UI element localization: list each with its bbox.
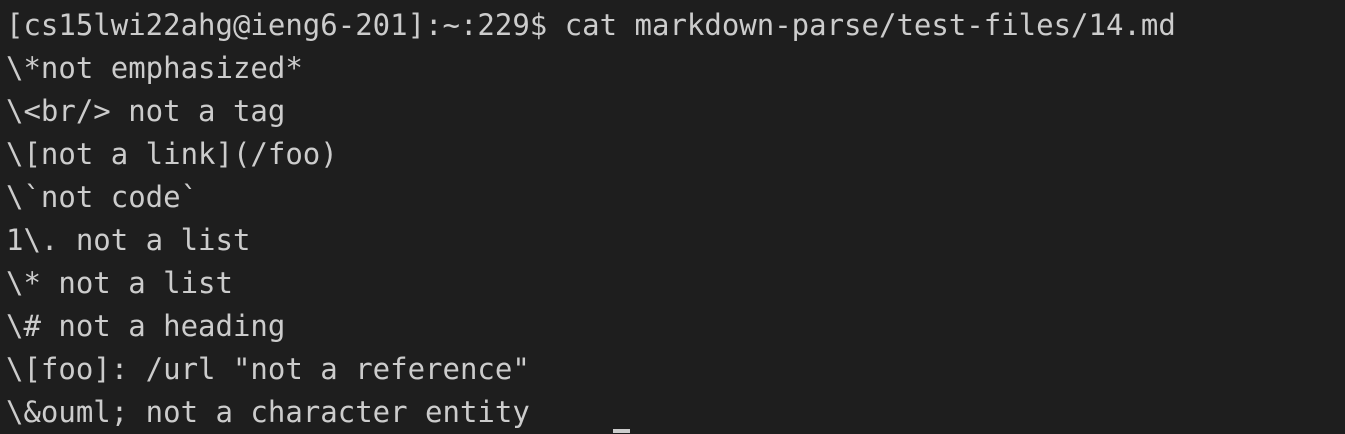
output-line: \* not a list	[6, 266, 233, 300]
output-line: \`not code`	[6, 180, 199, 214]
text-cursor	[613, 429, 630, 433]
command-line: [cs15lwi22ahg@ieng6-201]:~:229$ cat mark…	[6, 4, 1345, 47]
output-line: \<br/> not a tag	[6, 94, 286, 128]
terminal-window[interactable]: [cs15lwi22ahg@ieng6-201]:~:229$ cat mark…	[0, 0, 1345, 433]
output-line: 1\. not a list	[6, 223, 251, 257]
output-line: \# not a heading	[6, 309, 286, 343]
output-line: \[not a link](/foo)	[6, 137, 338, 171]
output-line: \&ouml; not a character entity	[6, 395, 530, 429]
shell-prompt: [cs15lwi22ahg@ieng6-201]:~:229$	[6, 8, 548, 42]
command-text: cat markdown-parse/test-files/14.md	[547, 8, 1176, 42]
output-line: \*not emphasized*	[6, 51, 303, 85]
output-line: \[foo]: /url "not a reference"	[6, 352, 530, 386]
